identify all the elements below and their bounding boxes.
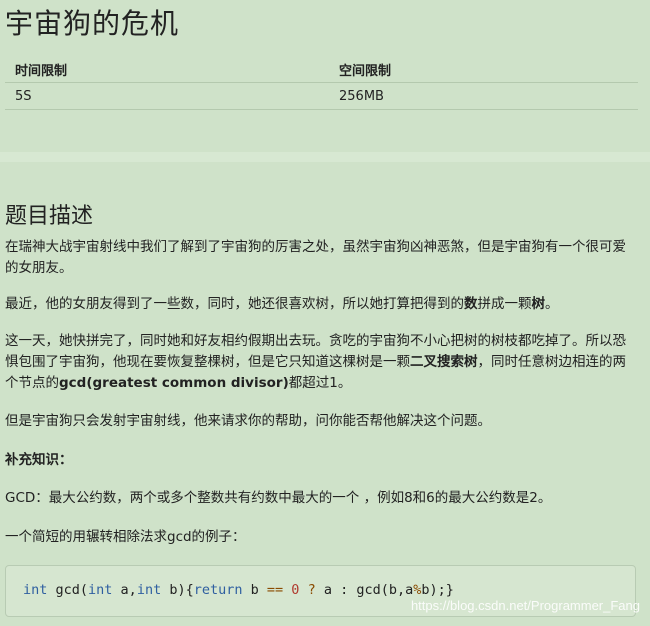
description-paragraph-2: 最近，他的女朋友得到了一些数，同时，她还很喜欢树，所以她打算把得到的数拼成一颗树… [5,294,638,315]
p2-text-a: 最近，他的女朋友得到了一些数，同时，她还很喜欢树，所以她打算把得到的 [5,296,464,312]
code-token: gcd( [47,582,89,598]
description-paragraph-5: GCD：最大公约数，两个或多个整数共有约数中最大的一个 ，例如8和6的最大公约数… [5,490,552,506]
code-token: == [266,582,284,598]
code-token: int [136,582,162,598]
limits-header-row: 时间限制 空间限制 [5,56,638,83]
p3-text-d: 都超过1。 [288,375,352,391]
code-token: int [88,582,113,598]
code-token: return [193,582,243,598]
code-token: ? [307,582,316,598]
time-limit-value: 5S [5,82,329,110]
code-token: b){ [161,582,194,598]
description-paragraph-3: 这一天，她快拼完了，同时她和好友相约假期出去玩。贪吃的宇宙狗不小心把树的树枝都吃… [5,331,638,394]
limits-value-row: 5S 256MB [5,82,638,110]
space-limit-header: 空间限制 [329,56,638,83]
p3-bold-bst: 二叉搜索树 [410,354,478,370]
section-divider [0,152,650,162]
problem-title: 宇宙狗的危机 [5,7,180,40]
p2-text-d: 。 [545,296,559,312]
p2-bold-tree: 树 [531,296,546,312]
code-token: b);} [421,582,454,598]
p2-text-c: 拼成一颗 [477,296,532,312]
code-token: a, [112,582,137,598]
p2-bold-number: 数 [464,296,478,312]
supplement-label: 补充知识： [5,450,638,471]
description-heading: 题目描述 [5,204,94,229]
p3-bold-gcd: gcd(greatest common divisor) [59,375,289,391]
description-paragraph-6: 一个简短的用辗转相除法求gcd的例子： [5,529,246,545]
limits-table: 时间限制 空间限制 5S 256MB [5,56,638,110]
code-token: a : gcd(b,a [315,582,414,598]
space-limit-value: 256MB [329,82,638,110]
code-line: int gcd(int a,int b){return b == 0 ? a :… [23,582,454,598]
code-token: b [242,582,267,598]
description-paragraph-4: 但是宇宙狗只会发射宇宙射线，他来请求你的帮助，问你能否帮他解决这个问题。 [5,413,491,429]
time-limit-header: 时间限制 [5,56,329,83]
supplement-label-text: 补充知识： [5,452,73,468]
description-paragraph-1: 在瑞神大战宇宙射线中我们了解到了宇宙狗的厉害之处，虽然宇宙狗凶神恶煞，但是宇宙狗… [5,239,626,276]
watermark-url: https://blog.csdn.net/Programmer_Fang [410,598,640,613]
code-token: int [23,582,48,598]
